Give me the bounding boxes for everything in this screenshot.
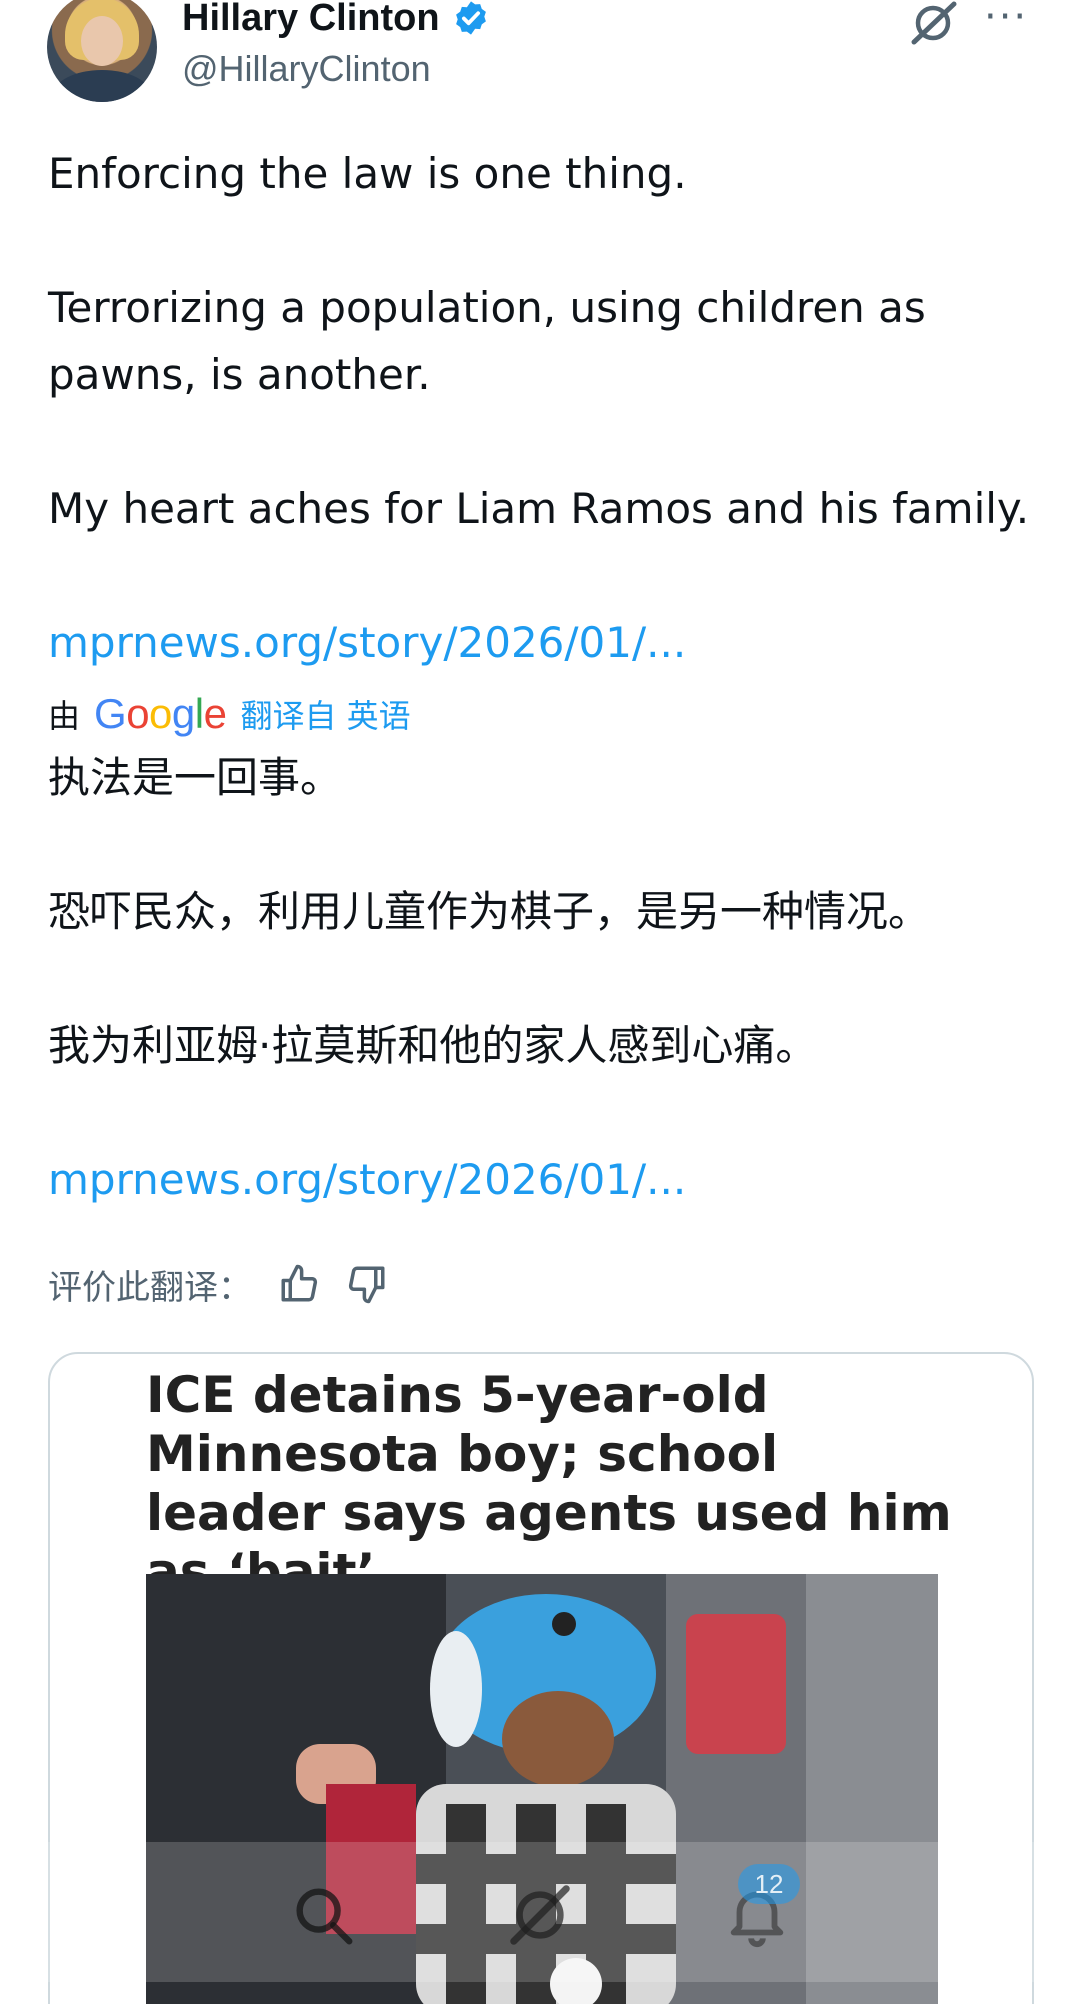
translated-by-label: 由 (48, 697, 81, 735)
post-header: Hillary Clinton @HillaryClinton ··· (0, 0, 1080, 115)
google-logo: Google (94, 690, 227, 737)
card-headline: ICE detains 5-year-old Minnesota boy; sc… (146, 1366, 952, 1601)
author-handle[interactable]: @HillaryClinton (182, 48, 431, 90)
post-line: My heart aches for Liam Ramos and his fa… (48, 484, 1030, 533)
translated-link[interactable]: mprnews.org/story/2026/01/... (48, 1146, 1048, 1213)
translated-line: 我为利亚姆·拉莫斯和他的家人感到心痛。 (48, 1021, 818, 1070)
verified-badge-icon (455, 1, 486, 35)
avatar[interactable] (47, 0, 157, 102)
translation-attribution: 由 Google 翻译自 英语 (48, 684, 411, 744)
grok-icon[interactable] (908, 0, 958, 46)
post-text: Enforcing the law is one thing. Terroriz… (48, 140, 1048, 676)
rate-translation: 评价此翻译： (48, 1254, 388, 1314)
post-line: Terrorizing a population, using children… (48, 283, 926, 399)
more-icon[interactable]: ··· (984, 0, 1028, 37)
translated-text: 执法是一回事。 恐吓民众，利用儿童作为棋子，是另一种情况。 我为利亚姆·拉莫斯和… (48, 744, 1048, 1213)
notification-count-badge: 12 (738, 1864, 800, 1904)
translated-from-link[interactable]: 翻译自 英语 (240, 691, 410, 737)
author-row: Hillary Clinton (182, 0, 490, 42)
author-name[interactable]: Hillary Clinton (182, 0, 440, 40)
translated-line: 执法是一回事。 (48, 753, 343, 802)
post-link[interactable]: mprnews.org/story/2026/01/... (48, 609, 1048, 676)
translated-line: 恐吓民众，利用儿童作为棋子，是另一种情况。 (48, 887, 931, 936)
messages-icon[interactable] (940, 1880, 1010, 1950)
post-line: Enforcing the law is one thing. (48, 149, 687, 198)
bottom-nav: 12 (0, 1842, 1080, 1982)
home-icon[interactable] (72, 1880, 142, 1950)
search-icon[interactable] (288, 1880, 358, 1950)
thumbs-up-icon[interactable] (278, 1263, 320, 1305)
grok-icon[interactable] (505, 1880, 575, 1950)
thumbs-down-icon[interactable] (346, 1263, 388, 1305)
rate-translation-label: 评价此翻译： (48, 1267, 252, 1308)
